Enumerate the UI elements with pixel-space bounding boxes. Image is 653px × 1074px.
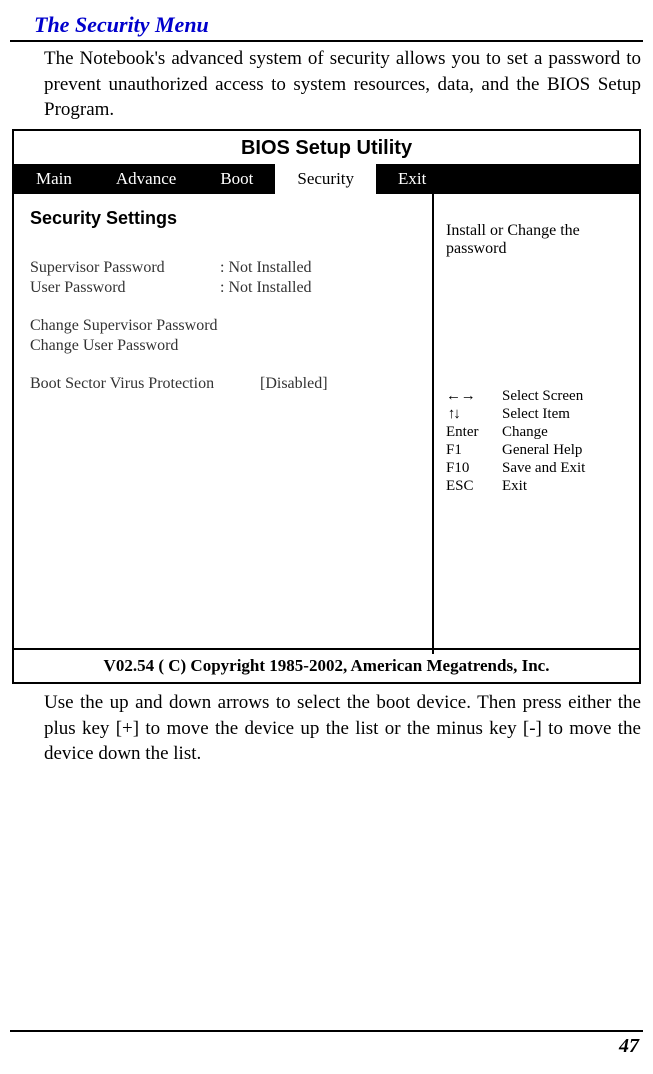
tab-exit[interactable]: Exit — [376, 164, 448, 194]
keyhint-row: F1 General Help — [446, 442, 627, 459]
setting-user-password: User Password : Not Installed — [30, 279, 416, 297]
security-settings-heading: Security Settings — [30, 208, 416, 229]
page-number: 47 — [619, 1035, 639, 1058]
bios-screenshot: BIOS Setup Utility Main Advance Boot Sec… — [12, 129, 641, 684]
action-change-supervisor-password[interactable]: Change Supervisor Password — [30, 317, 416, 335]
keyhint-row: Enter Change — [446, 424, 627, 441]
keyhint-desc: Select Screen — [502, 388, 583, 405]
action-change-user-password[interactable]: Change User Password — [30, 337, 416, 355]
tab-main[interactable]: Main — [14, 164, 94, 194]
bios-help-text: Install or Change the password — [446, 222, 627, 258]
keyhint-row: ← → Select Screen — [446, 388, 627, 405]
action-label: Change Supervisor Password — [30, 317, 218, 335]
bios-body: Security Settings Supervisor Password : … — [14, 194, 639, 654]
keyhint-key: ESC — [446, 478, 502, 495]
setting-label: Boot Sector Virus Protection — [30, 375, 260, 393]
outro-paragraph: Use the up and down arrows to select the… — [10, 690, 643, 767]
setting-value: : Not Installed — [220, 259, 312, 277]
keyhint-desc: Change — [502, 424, 548, 441]
keyhint-key: F1 — [446, 442, 502, 459]
arrow-left-right-icon: ← → — [446, 388, 502, 405]
keyhint-desc: Exit — [502, 478, 527, 495]
key-hints: ← → Select Screen ↑↓ Select Item Enter C… — [446, 388, 627, 495]
keyhint-row: ↑↓ Select Item — [446, 406, 627, 423]
tab-boot[interactable]: Boot — [198, 164, 275, 194]
section-heading: The Security Menu — [10, 12, 643, 42]
bios-tab-bar: Main Advance Boot Security Exit — [14, 164, 639, 194]
setting-label: User Password — [30, 279, 220, 297]
intro-paragraph: The Notebook's advanced system of securi… — [10, 46, 643, 123]
bios-footer: V02.54 ( C) Copyright 1985-2002, America… — [14, 648, 639, 682]
keyhint-row: F10 Save and Exit — [446, 460, 627, 477]
setting-supervisor-password: Supervisor Password : Not Installed — [30, 259, 416, 277]
tab-security[interactable]: Security — [275, 164, 376, 194]
action-label: Change User Password — [30, 337, 178, 355]
arrow-up-down-icon: ↑↓ — [446, 406, 502, 423]
setting-boot-sector-virus[interactable]: Boot Sector Virus Protection [Disabled] — [30, 375, 416, 393]
keyhint-desc: General Help — [502, 442, 582, 459]
keyhint-desc: Save and Exit — [502, 460, 585, 477]
bios-title: BIOS Setup Utility — [14, 131, 639, 164]
tab-advance[interactable]: Advance — [94, 164, 198, 194]
keyhint-key: F10 — [446, 460, 502, 477]
keyhint-key: Enter — [446, 424, 502, 441]
setting-value: [Disabled] — [260, 375, 328, 393]
setting-value: : Not Installed — [220, 279, 312, 297]
setting-label: Supervisor Password — [30, 259, 220, 277]
bios-left-pane: Security Settings Supervisor Password : … — [14, 194, 434, 654]
keyhint-row: ESC Exit — [446, 478, 627, 495]
page-footer-rule — [10, 1030, 643, 1032]
keyhint-desc: Select Item — [502, 406, 570, 423]
bios-right-pane: Install or Change the password ← → Selec… — [434, 194, 639, 654]
